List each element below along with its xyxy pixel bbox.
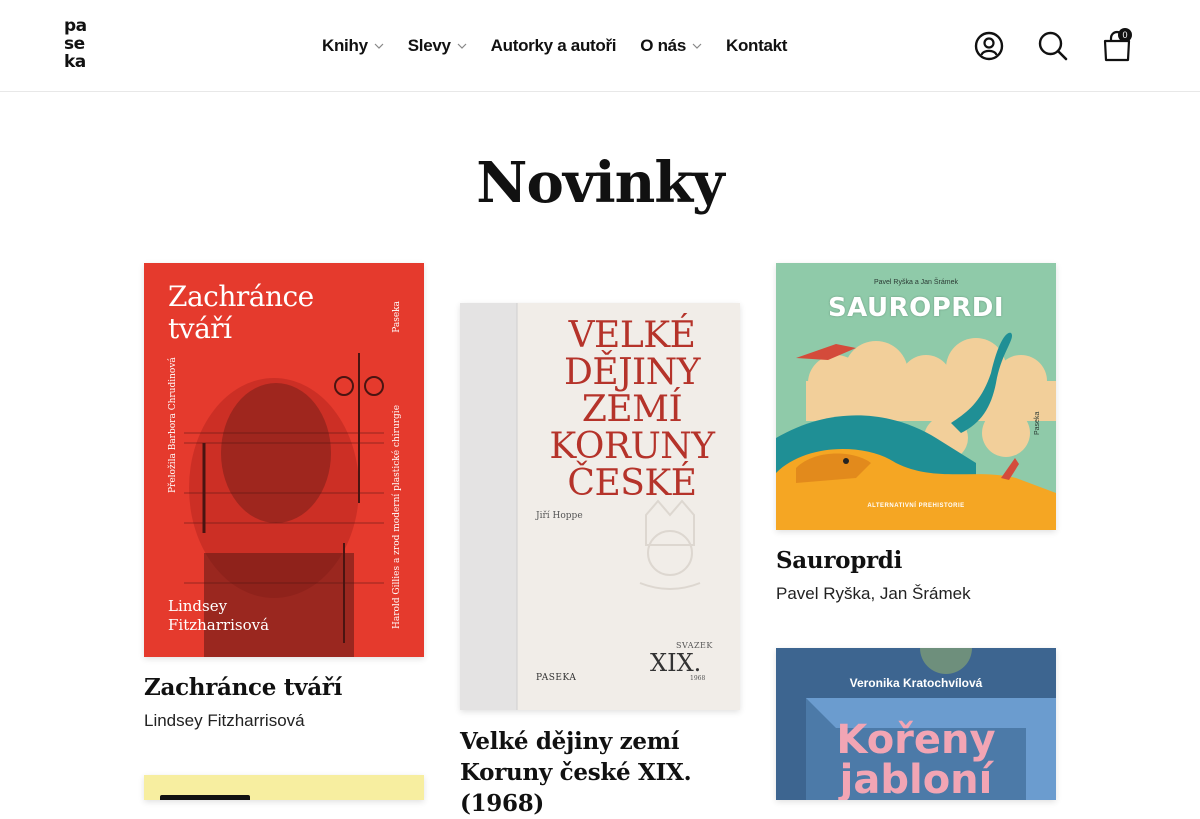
header-icons: 0 (972, 28, 1136, 63)
cover-title-line: dějiny (563, 352, 701, 393)
cover-title-line: Velké (568, 315, 696, 356)
chevron-down-icon (457, 43, 467, 49)
cover-title-line: Kořeny (836, 717, 996, 763)
cover-title-line: Zachránce (168, 280, 314, 313)
book-author[interactable]: Lindsey Fitzharrisová (144, 711, 305, 731)
cover-publisher-text: Paseka (392, 301, 402, 333)
book-title[interactable]: Zachránce tváří (144, 672, 342, 703)
cover-title: Zachránce tváří (168, 281, 314, 345)
nav-item-label: Knihy (322, 36, 368, 55)
book-cover[interactable] (144, 775, 424, 800)
cover-year: 1968 (690, 675, 706, 682)
logo-line-1: pa (64, 16, 87, 36)
book-author[interactable]: Pavel Ryška, Jan Šrámek (776, 584, 971, 604)
logo-line-3: ka (64, 52, 86, 72)
user-icon (974, 31, 1004, 61)
nav-item-knihy[interactable]: Knihy (322, 36, 384, 56)
cover-title-fragment (160, 795, 250, 800)
book-title-line: Velké dějiny zemí (460, 728, 680, 755)
cover-subtitle: Harold Gillies a zrod moderní plastické … (392, 404, 402, 629)
nav-item-label: O nás (640, 36, 686, 55)
cover-title-line: české (567, 463, 697, 504)
book-cover[interactable]: Zachránce tváří Paseka Přeložila Barbora… (144, 263, 424, 657)
book-title-line: (1968) (460, 790, 544, 817)
paseka-logo[interactable]: pa se ka (64, 17, 98, 71)
book-title-line: Koruny české XIX. (460, 759, 692, 786)
cover-volume: XIX. (650, 649, 702, 677)
nav-item-o-nas[interactable]: O nás (640, 36, 702, 56)
cover-title: Velké dějiny zemí Koruny české (532, 317, 732, 502)
book-title[interactable]: Velké dějiny zemí Koruny české XIX. (196… (460, 726, 750, 819)
book-title[interactable]: Sauroprdi (776, 545, 902, 576)
cover-authors: Pavel Ryška a Jan Šrámek (873, 279, 959, 286)
search-button[interactable] (1036, 29, 1070, 63)
nav-item-autorky-a-autori[interactable]: Autorky a autoři (491, 36, 617, 56)
page-title: Novinky (476, 150, 724, 216)
logo-line-2: se (64, 34, 85, 54)
nav-item-slevy[interactable]: Slevy (408, 36, 467, 56)
cover-author-line: Fitzharrisová (168, 616, 270, 634)
cover-title-line: jabloní (839, 757, 993, 800)
nav-item-label: Kontakt (725, 36, 788, 55)
cover-publisher: Paseka (1034, 411, 1041, 435)
cart-count-badge: 0 (1118, 28, 1132, 42)
chevron-down-icon (374, 43, 384, 49)
cover-author-line: Lindsey (168, 597, 228, 615)
cover-title: SAUROPRDI (827, 293, 1005, 323)
cover-author: Lindsey Fitzharrisová (168, 597, 269, 635)
nav-item-label: Autorky a autoři (490, 36, 617, 55)
cover-subtitle: ALTERNATIVNÍ PREHISTORIE (867, 503, 965, 509)
cover-translator: Přeložila Barbora Chrudinová (168, 357, 178, 493)
account-button[interactable] (972, 29, 1006, 63)
cover-title: Kořeny jabloní (776, 720, 1056, 800)
book-cover[interactable]: Pavel Ryška a Jan Šrámek SAUROPRDI ALTER… (776, 263, 1056, 530)
cover-author: Jiří Hoppe (536, 511, 583, 521)
main-nav: Knihy Slevy Autorky a autoři O nás Konta… (322, 36, 811, 56)
cover-author: Veronika Kratochvílová (849, 676, 983, 690)
book-cover[interactable]: Veronika Kratochvílová Kořeny jabloní (776, 648, 1056, 800)
chevron-down-icon (692, 43, 702, 49)
nav-item-kontakt[interactable]: Kontakt (726, 36, 787, 56)
cover-title-line: tváří (168, 312, 232, 345)
book-cover[interactable]: Velké dějiny zemí Koruny české Jiří Hopp… (460, 303, 740, 710)
cover-title-line: Koruny (549, 426, 715, 467)
cover-title-line: zemí (581, 389, 683, 430)
site-header: pa se ka Knihy Slevy Autorky a autoři O … (0, 0, 1200, 92)
cover-publisher: PASEKA (536, 673, 577, 683)
nav-item-label: Slevy (407, 36, 451, 55)
search-icon (1038, 31, 1068, 61)
